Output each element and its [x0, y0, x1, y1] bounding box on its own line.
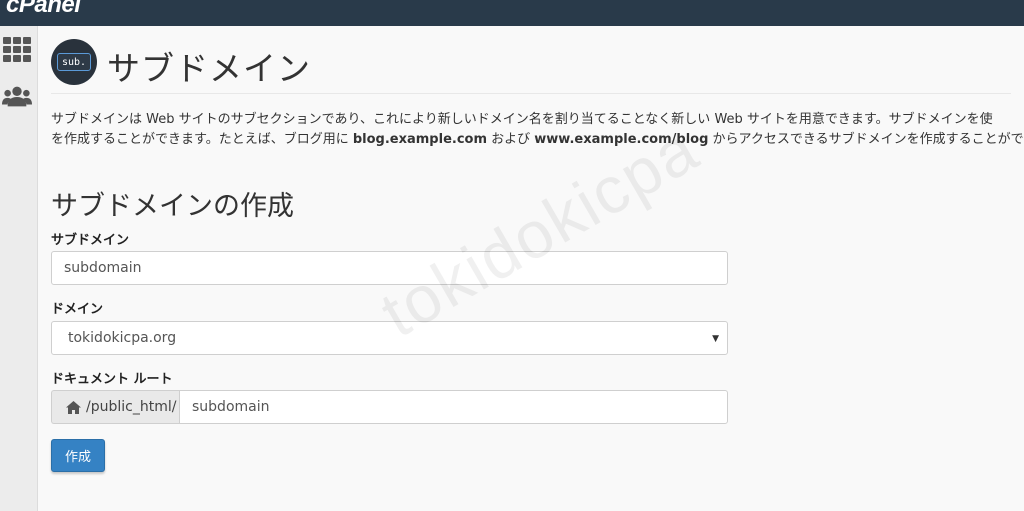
page-title: サブドメイン — [107, 49, 311, 88]
sidebar — [0, 26, 38, 511]
document-root-prefix: /public_html/ — [51, 390, 179, 424]
subdomain-app-icon: sub. — [51, 39, 97, 85]
dropdown-arrow-icon: ▼ — [712, 334, 719, 344]
document-root-input[interactable]: subdomain — [179, 390, 728, 424]
domain-select[interactable]: tokidokicpa.org ▼ — [51, 321, 728, 355]
subdomain-app-icon-label: sub. — [57, 53, 91, 71]
description-line-1: サブドメインは Web サイトのサブセクションであり、これにより新しいドメイン名… — [51, 112, 993, 127]
top-bar: cPanel — [0, 0, 1024, 26]
page-description: サブドメインは Web サイトのサブセクションであり、これにより新しいドメイン名… — [51, 110, 1024, 150]
create-button[interactable]: 作成 — [51, 439, 105, 472]
description-line-2: を作成することができます。たとえば、ブログ用に blog.example.com… — [51, 130, 1024, 150]
users-icon[interactable] — [2, 82, 32, 110]
description-text: を作成することができます。たとえば、ブログ用に — [51, 132, 353, 147]
subdomain-label: サブドメイン — [51, 233, 130, 248]
apps-grid-icon[interactable] — [2, 36, 32, 64]
description-text: からアクセスできるサブドメインを作成することができ — [708, 132, 1024, 147]
domain-label: ドメイン — [51, 302, 104, 317]
example-subdomain: blog.example.com — [352, 132, 488, 147]
home-icon — [66, 400, 81, 414]
section-title: サブドメインの作成 — [51, 191, 294, 222]
description-text: および — [487, 132, 535, 147]
document-root-label: ドキュメント ルート — [51, 372, 173, 387]
document-root-group: /public_html/ subdomain — [51, 390, 728, 424]
cpanel-logo[interactable]: cPanel — [6, 0, 81, 19]
document-root-prefix-text: /public_html/ — [86, 399, 177, 415]
main-content: sub. サブドメイン サブドメインは Web サイトのサブセクションであり、こ… — [38, 26, 1024, 511]
page-header: sub. サブドメイン — [51, 36, 1011, 94]
domain-selected-value: tokidokicpa.org — [68, 330, 177, 346]
